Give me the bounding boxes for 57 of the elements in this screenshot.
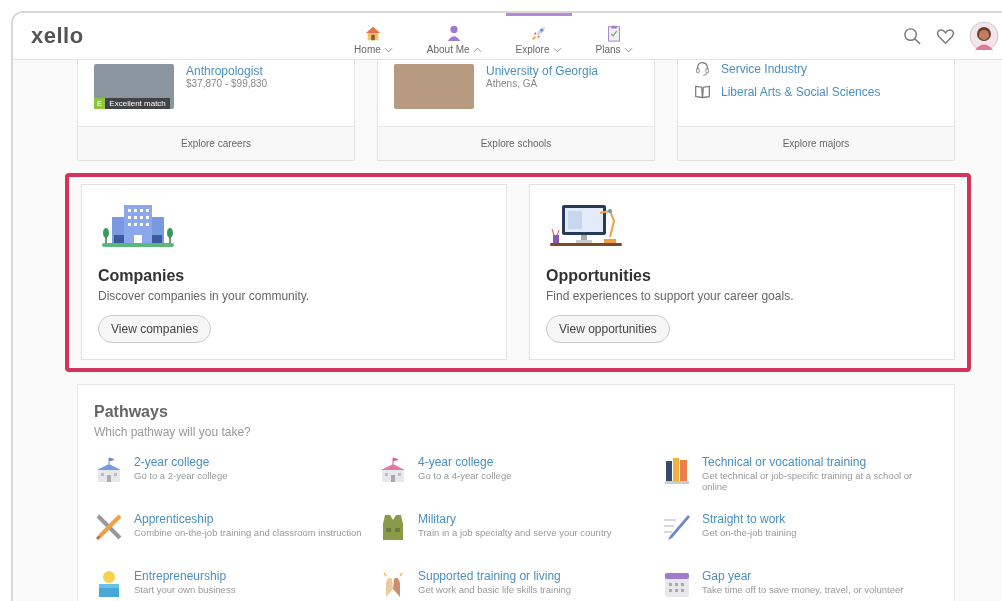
logo[interactable]: xello (31, 23, 84, 49)
card-description: Find experiences to support your career goals. (546, 289, 794, 303)
rocket-icon (529, 24, 548, 42)
view-button[interactable]: View companies (98, 315, 212, 343)
pathway-description: Start your own business (134, 584, 236, 595)
card-description: Discover companies in your community. (98, 289, 310, 303)
pathway-description: Go to a 2-year college (134, 470, 228, 481)
pathway-link[interactable]: Military (418, 512, 612, 526)
pen-icon (662, 512, 692, 542)
nav-tab[interactable]: Plans (585, 13, 643, 59)
view-button[interactable]: View opportunities (546, 315, 670, 343)
avatar[interactable] (969, 21, 999, 51)
explore-majors-link[interactable]: Explore majors (678, 126, 954, 160)
major-link[interactable]: Service Industry (721, 61, 808, 76)
pathway-description: Train in a job specialty and serve your country (418, 527, 612, 538)
section-subtitle: Which pathway will you take? (94, 425, 252, 439)
school-location: Athens, GA (486, 78, 539, 89)
pathway-link[interactable]: 2-year college (134, 455, 228, 469)
wrench-pencil-icon (94, 512, 124, 542)
chevron-icon (623, 46, 633, 53)
explore-schools-link[interactable]: Explore schools (378, 126, 654, 160)
pathway-link[interactable]: Gap year (702, 569, 904, 583)
pathway-link[interactable]: Entrepreneurship (134, 569, 236, 583)
pathway-link[interactable]: Straight to work (702, 512, 797, 526)
pathway-description: Get technical or job-specific training at a school or online (702, 470, 914, 492)
pathway-description: Get on-the-job training (702, 527, 797, 538)
section-title: Pathways (94, 403, 169, 421)
pathway-link[interactable]: Supported training or living (418, 569, 572, 583)
chevron-icon (383, 46, 393, 53)
pathway-description: Combine on-the-job training and classroom instruction (134, 527, 362, 538)
house-icon (364, 24, 383, 42)
nav-tab[interactable]: About Me (416, 13, 492, 59)
salary-range: $37,870 - $99,830 (186, 78, 268, 89)
clipboard-icon (605, 24, 623, 42)
nav-tab[interactable]: Home (344, 13, 403, 59)
pathway-description: Go to a 4-year college (418, 470, 512, 481)
pathway-link[interactable]: Apprenticeship (134, 512, 362, 526)
card-title: Companies (98, 267, 185, 285)
pathway-description: Take time off to save money, travel, or volunteer (702, 584, 904, 595)
pathway-description: Get work and basic life skills training (418, 584, 572, 595)
pathway-link[interactable]: Technical or vocational training (702, 455, 938, 469)
pathway-link[interactable]: 4-year college (418, 455, 512, 469)
heart-icon[interactable] (936, 26, 955, 46)
chevron-icon (552, 46, 562, 53)
chevron-icon (472, 46, 482, 53)
headset-icon (694, 60, 711, 77)
books-icon (662, 455, 692, 485)
school-link[interactable]: University of Georgia (486, 64, 599, 78)
match-badge: E Excellent match (94, 98, 170, 109)
major-link[interactable]: Liberal Arts & Social Sciences (721, 84, 881, 99)
explore-careers-link[interactable]: Explore careers (78, 126, 354, 160)
office-buildings-icon (100, 203, 176, 247)
computer-desk-icon (548, 203, 624, 247)
career-link[interactable]: Anthropologist (186, 64, 268, 78)
book-icon (694, 83, 711, 100)
search-icon[interactable] (903, 26, 922, 46)
card-title: Opportunities (546, 267, 651, 285)
